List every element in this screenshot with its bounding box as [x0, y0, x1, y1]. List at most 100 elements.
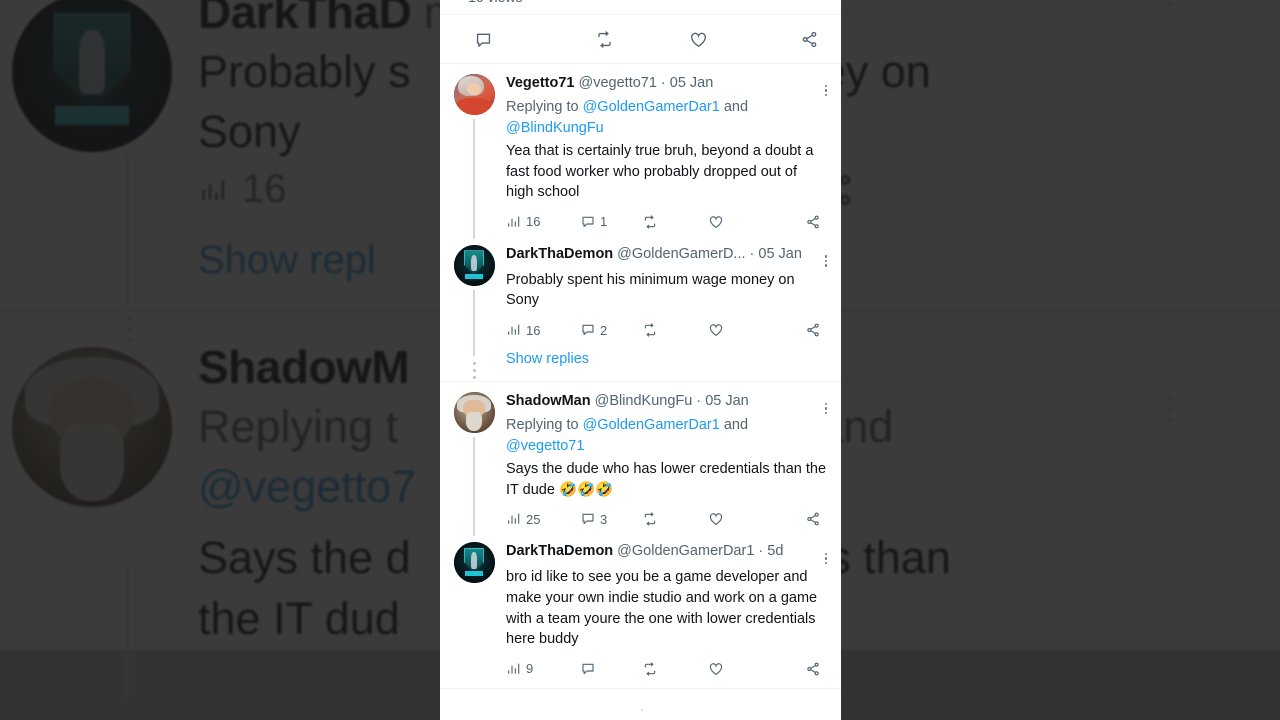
- avatar[interactable]: [453, 392, 495, 434]
- tweet-header: DarkThaDemon @GoldenGamerD... · 05 Jan: [506, 245, 827, 267]
- retweet-metric[interactable]: [642, 322, 708, 338]
- avatar[interactable]: [453, 74, 495, 115]
- replying-joiner: and: [719, 99, 749, 115]
- tweet-row[interactable]: Vegetto71 @vegetto71 · 05 Jan Replying t…: [440, 64, 841, 241]
- replying-prefix: Replying to: [506, 417, 583, 434]
- share-button[interactable]: [739, 30, 819, 49]
- mention-link[interactable]: @vegetto71: [506, 438, 584, 454]
- retweet-metric[interactable]: [642, 511, 708, 527]
- avatar-column: [450, 244, 498, 380]
- display-name[interactable]: DarkThaDemon: [506, 245, 613, 265]
- bg-more-dots-1: [1168, 0, 1173, 13]
- replying-to-line: Replying to @GoldenGamerDar1 and @vegett…: [506, 415, 827, 456]
- views-count: 16: [526, 322, 541, 338]
- retweet-metric[interactable]: [642, 661, 708, 677]
- bg-thread-line-1: [126, 156, 129, 306]
- mention-link[interactable]: @BlindKungFu: [506, 120, 604, 136]
- display-name[interactable]: DarkThaDemon: [506, 542, 613, 562]
- timestamp[interactable]: 5d: [767, 542, 783, 562]
- tweet-metrics: 25 3: [506, 502, 827, 536]
- timestamp[interactable]: 05 Jan: [670, 74, 714, 94]
- tweet-body: DarkThaDemon @GoldenGamerDar1 · 5d bro i…: [498, 542, 829, 685]
- more-options-icon[interactable]: [819, 400, 827, 415]
- bg-thread-line-2: [126, 568, 129, 698]
- thread-connector-line: [473, 437, 475, 537]
- reply-metric[interactable]: 2: [580, 322, 642, 338]
- handle[interactable]: @BlindKungFu: [595, 392, 693, 412]
- share-metric[interactable]: [774, 214, 821, 230]
- bg-avatar-shadowman: [12, 347, 172, 507]
- views-metric[interactable]: 16: [506, 322, 580, 338]
- handle[interactable]: @GoldenGamerD...: [617, 245, 745, 265]
- like-button[interactable]: [645, 30, 739, 49]
- tweet-text: Yea that is certainly true bruh, beyond …: [506, 143, 814, 201]
- views-count: 25: [526, 511, 541, 527]
- bg-show-replies: Show repl: [198, 238, 376, 282]
- avatar-column: [450, 392, 498, 537]
- separator-dot: ·: [758, 543, 764, 560]
- tweet-metrics: 16 1: [506, 205, 827, 239]
- thread-connector-line: [473, 289, 475, 357]
- avatar[interactable]: [453, 542, 495, 584]
- like-metric[interactable]: [708, 661, 774, 677]
- more-options-icon[interactable]: [819, 550, 827, 565]
- reply-metric[interactable]: 1: [580, 214, 642, 230]
- like-metric[interactable]: [708, 214, 774, 230]
- like-metric[interactable]: [708, 322, 774, 338]
- mention-link[interactable]: @GoldenGamerDar1: [583, 417, 720, 433]
- tweet-row[interactable]: DarkThaDemon @GoldenGamerDar1 · 5d bro i…: [440, 538, 841, 687]
- thread-dots: [472, 356, 476, 380]
- retweet-metric[interactable]: [642, 214, 708, 230]
- show-replies-link[interactable]: Show replies: [506, 347, 827, 379]
- handle[interactable]: @GoldenGamerDar1: [617, 542, 754, 562]
- views-metric[interactable]: 9: [506, 661, 580, 677]
- tweet-thread-card: 16 views: [440, 0, 841, 720]
- display-name[interactable]: ShadowMan: [506, 392, 591, 412]
- replying-to-line: Replying to @GoldenGamerDar1 and @BlindK…: [506, 97, 827, 138]
- replying-prefix: Replying to: [506, 99, 583, 115]
- tweet-header: Vegetto71 @vegetto71 · 05 Jan: [506, 74, 827, 96]
- display-name[interactable]: Vegetto71: [506, 74, 575, 94]
- avatar-column: [450, 74, 498, 239]
- share-metric[interactable]: [774, 661, 821, 677]
- separator-dot: ·: [749, 245, 755, 262]
- cropped-views-row: 16 views: [440, 0, 841, 14]
- retweet-button[interactable]: [554, 30, 644, 49]
- reply-button[interactable]: [474, 30, 554, 49]
- views-metric[interactable]: 16: [506, 214, 580, 230]
- bg-more-dots-2: [1168, 396, 1173, 429]
- tweet-metrics: 16 2: [506, 313, 827, 347]
- timestamp[interactable]: 05 Jan: [705, 392, 749, 412]
- views-count: 16: [526, 214, 541, 230]
- tweet-body: Vegetto71 @vegetto71 · 05 Jan Replying t…: [498, 74, 829, 239]
- views-count-cropped: 16 views: [468, 0, 522, 5]
- tweet-body: DarkThaDemon @GoldenGamerD... · 05 Jan P…: [498, 245, 829, 379]
- handle[interactable]: @vegetto71: [579, 74, 657, 94]
- screenshot-root: DarkThaD merD... · 05 Jan Probably s wag…: [0, 0, 1280, 720]
- tweet-text: bro id like to see you be a game develop…: [506, 569, 818, 648]
- thread-connector-line: [473, 119, 475, 239]
- reply-metric[interactable]: 3: [580, 511, 642, 527]
- more-options-icon[interactable]: [819, 82, 827, 96]
- tweet-text: Says the dude who has lower credentials …: [506, 461, 827, 498]
- reply-count: 3: [600, 511, 608, 527]
- timestamp[interactable]: 05 Jan: [758, 245, 802, 265]
- reply-count: 2: [600, 322, 608, 338]
- tweet-row[interactable]: DarkThaDemon @GoldenGamerD... · 05 Jan P…: [440, 241, 841, 381]
- tweet-header: ShadowMan @BlindKungFu · 05 Jan: [506, 392, 827, 415]
- share-metric[interactable]: [774, 322, 821, 338]
- bg-avatar-darkthademon: [12, 0, 172, 152]
- avatar[interactable]: [453, 244, 495, 286]
- tweet-metrics: 9: [506, 652, 827, 686]
- share-metric[interactable]: [774, 511, 821, 527]
- more-options-icon[interactable]: [819, 252, 827, 267]
- tweet-text: Probably spent his minimum wage money on…: [506, 271, 795, 309]
- mention-link[interactable]: @GoldenGamerDar1: [583, 99, 720, 115]
- views-metric[interactable]: 25: [506, 511, 580, 527]
- scroll-hint-area: [440, 689, 841, 720]
- tweet-row[interactable]: ShadowMan @BlindKungFu · 05 Jan Replying…: [440, 382, 841, 538]
- bg-thread-dots-1: [127, 316, 132, 349]
- like-metric[interactable]: [708, 511, 774, 527]
- tweet-body: ShadowMan @BlindKungFu · 05 Jan Replying…: [498, 392, 829, 536]
- reply-metric[interactable]: [580, 661, 642, 677]
